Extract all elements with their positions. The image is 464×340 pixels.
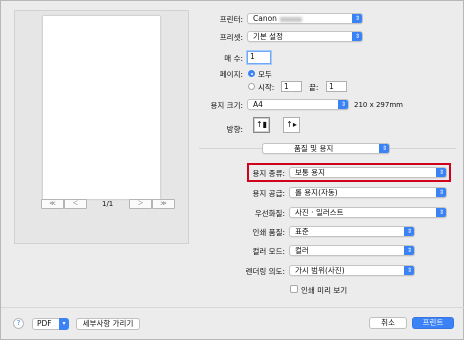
chevron-updown-icon: ⇕ xyxy=(352,32,362,41)
landscape-person-icon: ↑▸ xyxy=(286,120,297,129)
footer-separator xyxy=(1,307,464,308)
chevron-updown-icon: ⇕ xyxy=(404,246,414,255)
chevron-down-icon: ▾ xyxy=(59,318,69,330)
priority-select[interactable]: 사진 · 일러스트 ⇕ xyxy=(289,207,447,218)
print-quality-value: 표준 xyxy=(295,227,309,236)
paper-size-label: 용지 크기: xyxy=(210,101,243,110)
print-button[interactable]: 프린트 xyxy=(412,317,454,329)
print-preview-label: 인쇄 미리 보기 xyxy=(301,286,348,295)
prev-page-button[interactable]: ＜ xyxy=(64,199,87,209)
chevron-updown-icon: ⇕ xyxy=(436,168,446,177)
chevron-updown-icon: ⇕ xyxy=(436,208,446,217)
rendering-intent-value: 가시 범위(사진) xyxy=(295,266,345,275)
first-page-button[interactable]: ≪ xyxy=(41,199,64,209)
chevron-updown-icon: ⇕ xyxy=(404,266,414,275)
print-quality-label: 인쇄 품질: xyxy=(252,228,285,237)
rendering-intent-label: 렌더링 의도: xyxy=(245,267,285,276)
portrait-person-icon: ↑▮ xyxy=(255,120,268,129)
pages-label: 페이지: xyxy=(219,70,243,79)
color-mode-label: 컬러 모드: xyxy=(252,247,285,256)
pages-all-label: 모두 xyxy=(258,70,272,79)
help-button[interactable]: ? xyxy=(13,318,24,329)
pages-to-input[interactable]: 1 xyxy=(326,81,347,92)
pdf-label: PDF xyxy=(37,319,52,328)
pdf-menu-button[interactable]: PDF ▾ xyxy=(32,318,69,330)
print-dialog: ≪ ＜ 1/1 ＞ ≫ 프린터: Canon ⇕ 프리셋: 기본 설정 ⇕ 매 … xyxy=(0,0,464,340)
pages-from-input[interactable]: 1 xyxy=(281,81,302,92)
next-page-button[interactable]: ＞ xyxy=(129,199,152,209)
printer-value: Canon xyxy=(253,14,277,23)
portrait-orientation-button[interactable]: ↑▮ xyxy=(253,117,270,133)
copies-label: 매 수: xyxy=(224,54,243,63)
chevron-updown-icon: ⇕ xyxy=(379,144,389,153)
pages-to-label: 끝: xyxy=(309,83,319,92)
priority-label: 우선화질: xyxy=(254,209,285,218)
preview-nav-right: ＞ ≫ xyxy=(129,199,175,211)
chevron-updown-icon: ⇕ xyxy=(404,227,414,236)
orientation-label: 방향: xyxy=(226,125,243,134)
media-type-value: 보통 용지 xyxy=(295,168,325,177)
paper-source-select[interactable]: 롤 용지(자동) ⇕ xyxy=(289,187,447,198)
chevron-updown-icon: ⇕ xyxy=(338,100,348,109)
copies-input[interactable]: 1 xyxy=(247,51,271,64)
print-quality-select[interactable]: 표준 ⇕ xyxy=(289,226,415,237)
cancel-button[interactable]: 취소 xyxy=(369,317,407,329)
paper-size-select[interactable]: A4 ⇕ xyxy=(247,99,349,110)
preset-select[interactable]: 기본 설정 ⇕ xyxy=(247,31,363,42)
preset-label: 프리셋: xyxy=(219,33,243,42)
chevron-updown-icon: ⇕ xyxy=(436,188,446,197)
page-preview xyxy=(43,16,160,199)
color-mode-value: 컬러 xyxy=(295,246,309,255)
preset-value: 기본 설정 xyxy=(253,32,283,41)
media-type-label: 용지 종류: xyxy=(252,169,285,178)
rendering-intent-select[interactable]: 가시 범위(사진) ⇕ xyxy=(289,265,415,276)
paper-source-value: 롤 용지(자동) xyxy=(295,188,338,197)
print-preview-checkbox[interactable] xyxy=(290,285,298,293)
printer-select[interactable]: Canon ⇕ xyxy=(247,13,363,24)
printer-model-redacted xyxy=(279,16,302,22)
pages-range-radio[interactable] xyxy=(248,83,255,90)
section-value: 품질 및 용지 xyxy=(294,144,334,153)
color-mode-select[interactable]: 컬러 ⇕ xyxy=(289,245,415,256)
media-type-select[interactable]: 보통 용지 ⇕ xyxy=(289,167,447,178)
page-indicator: 1/1 xyxy=(102,200,114,208)
printer-label: 프린터: xyxy=(219,15,243,24)
paper-size-value: A4 xyxy=(253,100,263,109)
last-page-button[interactable]: ≫ xyxy=(152,199,175,209)
paper-source-label: 용지 공급: xyxy=(252,189,285,198)
pages-from-label: 시작: xyxy=(258,83,275,92)
paper-dimensions: 210 x 297mm xyxy=(354,101,403,109)
pages-all-radio[interactable] xyxy=(248,70,255,77)
priority-value: 사진 · 일러스트 xyxy=(295,208,344,217)
chevron-updown-icon: ⇕ xyxy=(352,14,362,23)
landscape-orientation-button[interactable]: ↑▸ xyxy=(283,117,300,133)
preview-nav-left: ≪ ＜ xyxy=(41,199,87,211)
section-select[interactable]: 품질 및 용지 ⇕ xyxy=(262,143,390,154)
hide-details-button[interactable]: 세부사항 가리기 xyxy=(76,318,140,330)
